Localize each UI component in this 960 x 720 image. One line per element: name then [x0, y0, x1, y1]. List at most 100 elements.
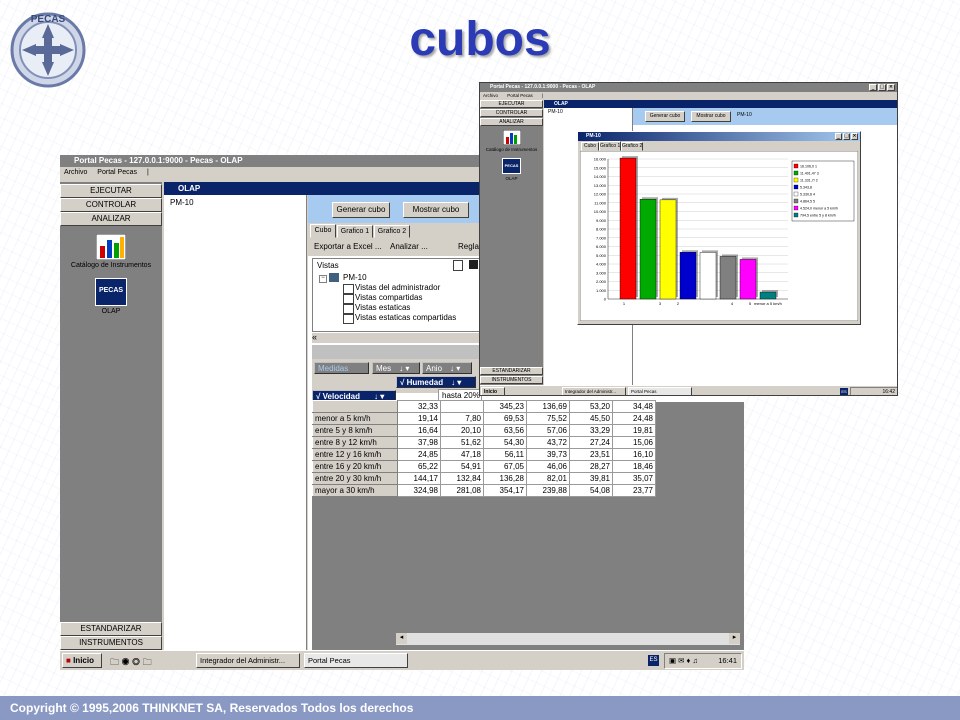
sidebar-estandarizar-button[interactable]: ESTANDARIZAR	[60, 622, 162, 636]
row-header-cell[interactable]: entre 12 y 16 km/h	[312, 448, 398, 461]
views-admin-item[interactable]: Vistas del administrador	[355, 283, 440, 292]
tray-icons[interactable]: ▣ ✉ ♦ ♫	[669, 656, 698, 665]
overlay-menu-portal-pecas[interactable]: Portal Pecas	[507, 93, 533, 98]
chart-close-icon[interactable]: ×	[851, 133, 858, 140]
row-header-cell[interactable]: entre 16 y 20 km/h	[312, 460, 398, 473]
sidebar-instrumentos-button[interactable]: INSTRUMENTOS	[60, 636, 162, 650]
table-cell[interactable]: 132,84	[440, 472, 484, 485]
table-cell[interactable]: 24,85	[397, 448, 441, 461]
views-static-item[interactable]: Vistas estaticas	[355, 303, 410, 312]
horizontal-scrollbar[interactable]: ◂ ▸	[396, 632, 740, 645]
table-cell[interactable]: 63,56	[483, 424, 527, 437]
anio-field-button[interactable]: Anio ↓ ▾	[422, 362, 472, 374]
overlay-sidebar-instrumentos[interactable]: INSTRUMENTOS	[480, 376, 543, 384]
row-header-cell[interactable]	[312, 400, 398, 413]
rules-menu[interactable]: Regla	[458, 242, 479, 251]
collapse-icon[interactable]: −	[319, 275, 327, 283]
chart-maximize-icon[interactable]: □	[843, 133, 850, 140]
chart-tab-grafico-2[interactable]: Grafico 2	[621, 142, 643, 151]
table-cell[interactable]: 54,30	[483, 436, 527, 449]
table-cell[interactable]: 51,62	[440, 436, 484, 449]
table-cell[interactable]: 354,17	[483, 484, 527, 497]
table-cell[interactable]: 57,06	[526, 424, 570, 437]
table-cell[interactable]: 136,28	[483, 472, 527, 485]
sidebar-controlar-button[interactable]: CONTROLAR	[60, 198, 162, 212]
taskbar-item-integrador[interactable]: Integrador del Administr...	[196, 653, 300, 668]
row-header-cell[interactable]: entre 5 y 8 km/h	[312, 424, 398, 437]
views-static-shared-item[interactable]: Vistas estaticas compartidas	[355, 313, 456, 322]
menu-archivo[interactable]: Archivo	[64, 169, 87, 176]
overlay-sidebar-estandarizar[interactable]: ESTANDARIZAR	[480, 367, 543, 375]
table-cell[interactable]: 345,23	[483, 400, 527, 413]
table-cell[interactable]: 23,51	[569, 448, 613, 461]
export-excel-menu[interactable]: Exportar a Excel ...	[314, 242, 382, 251]
table-cell[interactable]: 75,52	[526, 412, 570, 425]
table-cell[interactable]: 23,77	[612, 484, 656, 497]
mes-field-button[interactable]: Mes ↓ ▾	[372, 362, 420, 374]
table-cell[interactable]: 239,88	[526, 484, 570, 497]
table-cell[interactable]: 34,48	[612, 400, 656, 413]
pecas-cube-icon[interactable]: PECAS	[95, 278, 127, 306]
table-cell[interactable]: 19,14	[397, 412, 441, 425]
minimize-icon[interactable]: _	[869, 84, 877, 91]
table-cell[interactable]: 56,11	[483, 448, 527, 461]
table-cell[interactable]: 39,81	[569, 472, 613, 485]
sidebar-analizar-button[interactable]: ANALIZAR	[60, 212, 162, 226]
medidas-field-button[interactable]: Medidas	[314, 362, 369, 374]
table-cell[interactable]: 37,98	[397, 436, 441, 449]
table-cell[interactable]: 281,08	[440, 484, 484, 497]
table-cell[interactable]: 69,53	[483, 412, 527, 425]
chart-tab-cubo[interactable]: Cubo	[581, 142, 599, 151]
table-cell[interactable]: 45,50	[569, 412, 613, 425]
scroll-right-icon[interactable]: ▸	[729, 633, 740, 644]
table-cell[interactable]: 35,07	[612, 472, 656, 485]
tab-cubo[interactable]: Cubo	[310, 224, 336, 238]
table-cell[interactable]: 33,29	[569, 424, 613, 437]
close-icon[interactable]: ×	[887, 84, 895, 91]
table-cell[interactable]: 28,27	[569, 460, 613, 473]
table-cell[interactable]: 136,69	[526, 400, 570, 413]
overlay-menu-archivo[interactable]: Archivo	[483, 93, 498, 98]
analyze-menu[interactable]: Analizar ...	[390, 242, 428, 251]
table-cell[interactable]: 19,81	[612, 424, 656, 437]
views-shared-item[interactable]: Vistas compartidas	[355, 293, 422, 302]
row-header-cell[interactable]: mayor a 30 km/h	[312, 484, 398, 497]
row-header-cell[interactable]: menor a 5 km/h	[312, 412, 398, 425]
table-cell[interactable]: 82,01	[526, 472, 570, 485]
views-root-pm10[interactable]: PM-10	[343, 273, 367, 282]
table-cell[interactable]: 67,05	[483, 460, 527, 473]
table-cell[interactable]: 54,08	[569, 484, 613, 497]
table-cell[interactable]: 39,73	[526, 448, 570, 461]
overlay-sidebar-controlar[interactable]: CONTROLAR	[480, 109, 543, 117]
sort-down-icon[interactable]: ↓ ▾	[451, 378, 461, 387]
row-header-cell[interactable]: entre 8 y 12 km/h	[312, 436, 398, 449]
table-cell[interactable]: 32,33	[397, 400, 441, 413]
table-cell[interactable]: 54,91	[440, 460, 484, 473]
table-cell[interactable]: 16,10	[612, 448, 656, 461]
table-cell[interactable]: 15,06	[612, 436, 656, 449]
table-cell[interactable]: 18,46	[612, 460, 656, 473]
save-view-icon[interactable]	[469, 260, 478, 269]
table-cell[interactable]: 324,98	[397, 484, 441, 497]
overlay-sidebar-ejecutar[interactable]: EJECUTAR	[480, 100, 543, 108]
overlay-catalog-chart-icon[interactable]	[503, 130, 521, 145]
overlay-sidebar-analizar[interactable]: ANALIZAR	[480, 118, 543, 126]
scroll-left-icon[interactable]: ◂	[396, 633, 407, 644]
table-cell[interactable]: 65,22	[397, 460, 441, 473]
catalog-chart-icon[interactable]	[96, 234, 126, 260]
row-header-cell[interactable]: entre 20 y 30 km/h	[312, 472, 398, 485]
table-cell[interactable]: 24,48	[612, 412, 656, 425]
chart-window-titlebar[interactable]: PM-10 _ □ ×	[578, 132, 860, 141]
menu-portal-pecas[interactable]: Portal Pecas	[97, 169, 137, 176]
maximize-icon[interactable]: □	[878, 84, 886, 91]
sidebar-ejecutar-button[interactable]: EJECUTAR	[60, 184, 162, 198]
table-cell[interactable]: 7,80	[440, 412, 484, 425]
table-cell[interactable]: 53,20	[569, 400, 613, 413]
double-chevron-up-icon[interactable]: «	[312, 332, 317, 342]
start-button[interactable]: ■ Inicio	[62, 653, 102, 668]
language-indicator[interactable]: ES	[648, 655, 659, 666]
tab-grafico-1[interactable]: Grafico 1	[337, 225, 373, 238]
humedad-field-button[interactable]: √ Humedad ↓ ▾	[396, 376, 476, 388]
table-cell[interactable]: 27,24	[569, 436, 613, 449]
table-cell[interactable]: 43,72	[526, 436, 570, 449]
